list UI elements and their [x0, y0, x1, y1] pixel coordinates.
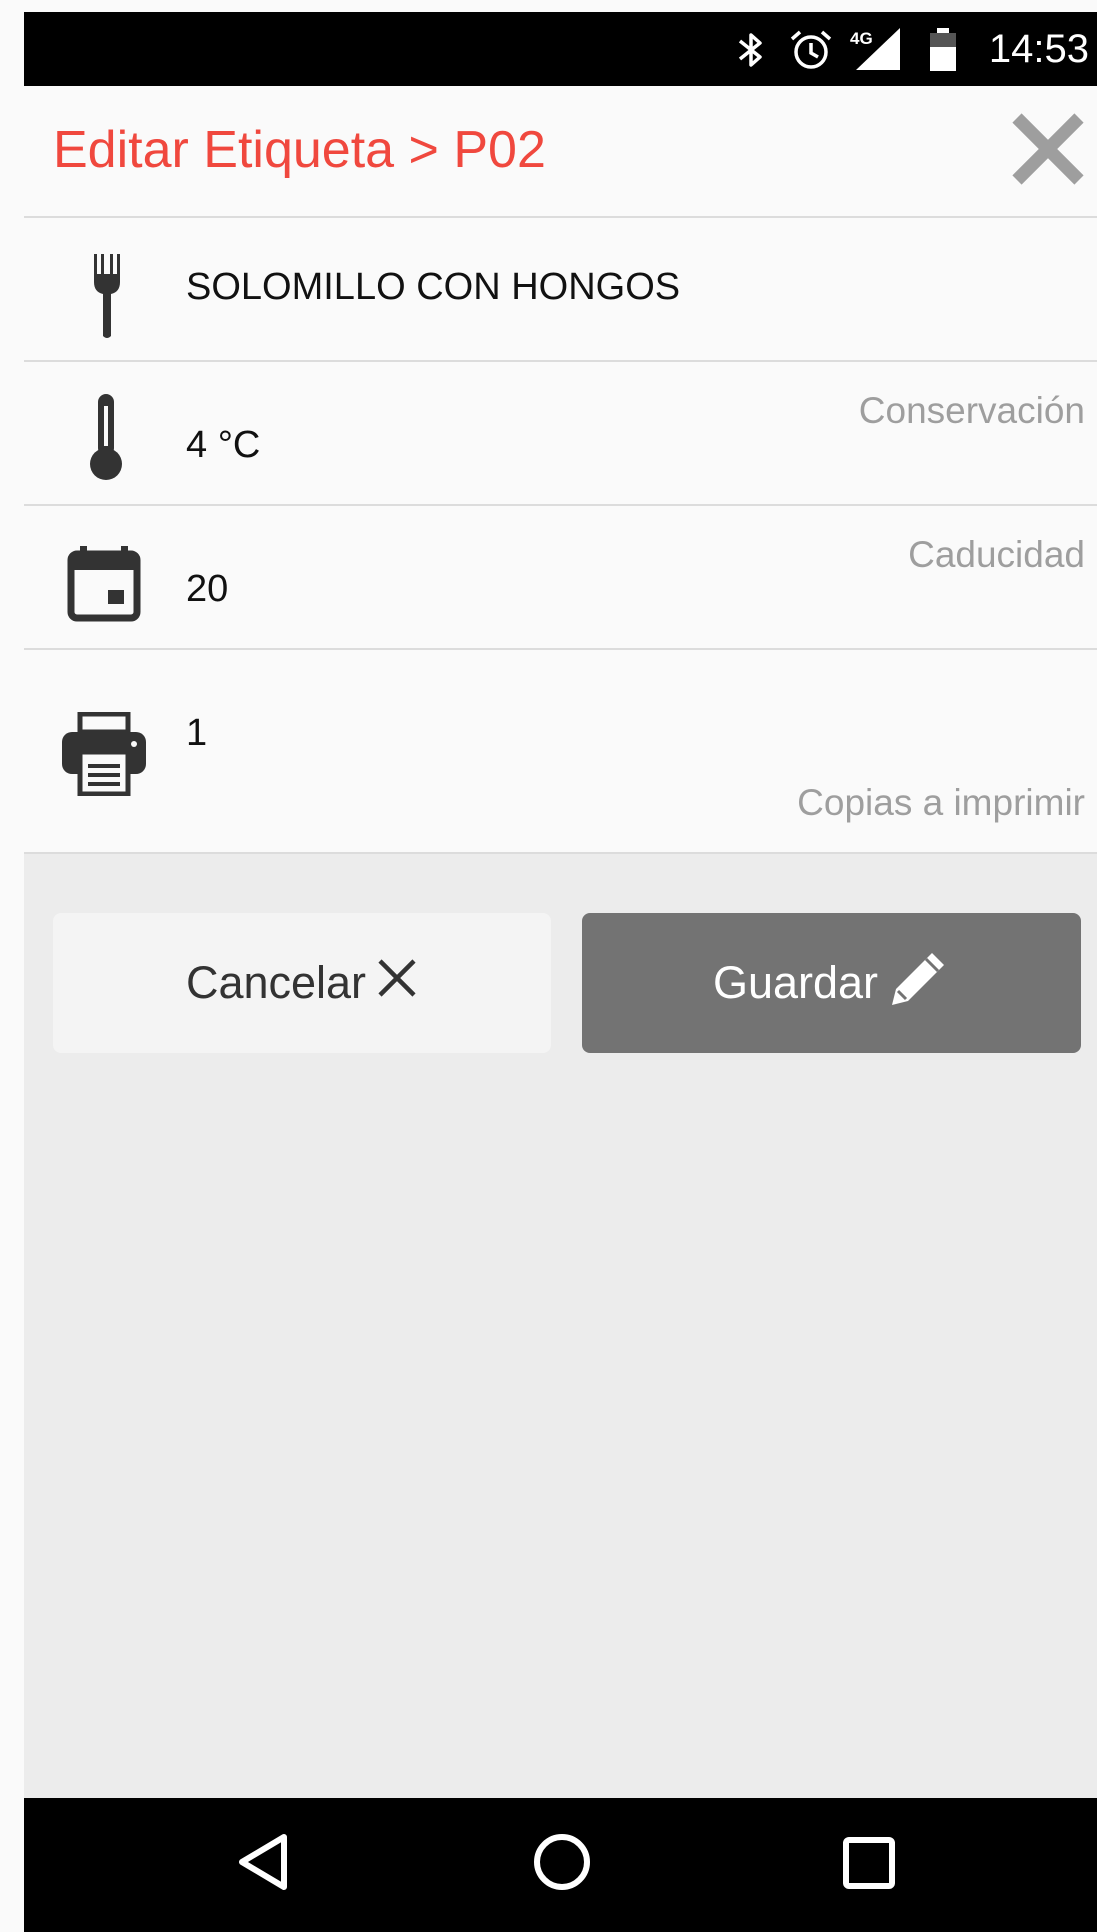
- alarm-icon: [789, 28, 833, 77]
- conservation-label: Conservación: [858, 390, 1085, 431]
- bluetooth-icon: [734, 30, 768, 75]
- recents-icon[interactable]: [842, 1836, 896, 1895]
- conservation-temperature-field[interactable]: 4 °C: [186, 422, 260, 468]
- status-bar: 4G 14:53: [24, 12, 1097, 86]
- battery-icon: [928, 28, 958, 77]
- copies-count-field[interactable]: 1: [186, 710, 207, 756]
- thermometer-icon: [88, 392, 124, 487]
- cancel-button-label: Cancelar: [185, 957, 367, 1008]
- signal-icon: 4G: [848, 26, 918, 77]
- phone-screen: 4G 14:53 Editar Etiqueta > P02 SOLOMILLO…: [24, 12, 1097, 1932]
- calendar-icon: [66, 546, 142, 627]
- page-title: Editar Etiqueta > P02: [53, 121, 546, 179]
- cancel-button[interactable]: Cancelar: [53, 913, 551, 1053]
- expiry-days-field[interactable]: 20: [186, 566, 228, 612]
- expiry-row[interactable]: 20 Caducidad: [24, 506, 1097, 650]
- product-name-field[interactable]: SOLOMILLO CON HONGOS: [186, 264, 680, 310]
- navigation-bar: [24, 1798, 1097, 1932]
- back-icon[interactable]: [236, 1832, 292, 1897]
- save-button[interactable]: Guardar: [582, 913, 1081, 1053]
- expiry-label: Caducidad: [908, 534, 1085, 575]
- fork-icon: [92, 254, 122, 345]
- copies-row[interactable]: 1 Copias a imprimir: [24, 650, 1097, 854]
- close-icon: [366, 957, 418, 1010]
- copies-label: Copias a imprimir: [797, 782, 1085, 823]
- printer-icon: [60, 711, 148, 801]
- svg-text:4G: 4G: [850, 29, 873, 48]
- close-icon[interactable]: [1007, 108, 1089, 190]
- home-icon[interactable]: [532, 1832, 592, 1897]
- status-time: 14:53: [988, 27, 1089, 71]
- product-row[interactable]: SOLOMILLO CON HONGOS: [24, 218, 1097, 362]
- app-header: Editar Etiqueta > P02: [24, 86, 1097, 218]
- save-button-label: Guardar: [712, 957, 879, 1008]
- pencil-icon: [878, 947, 950, 1020]
- conservation-row[interactable]: 4 °C Conservación: [24, 362, 1097, 506]
